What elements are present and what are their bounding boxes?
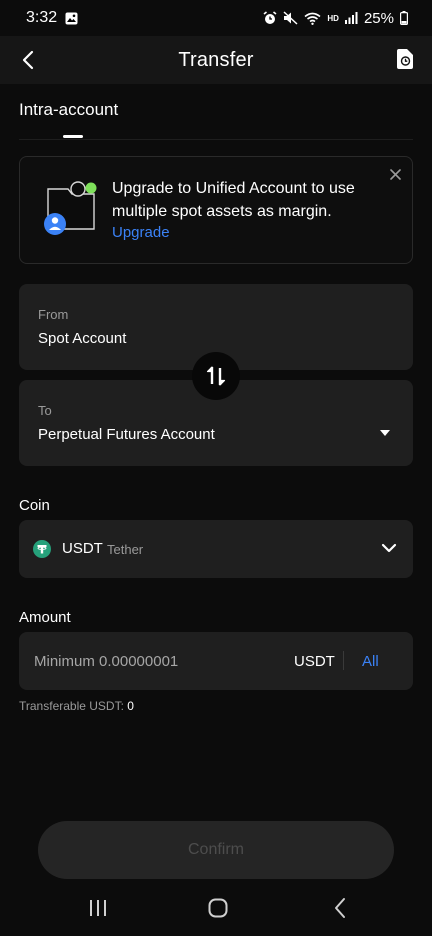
- coin-symbol: USDT: [62, 540, 103, 557]
- home-button[interactable]: [206, 896, 230, 920]
- to-account-value: Perpetual Futures Account: [38, 426, 215, 443]
- signal-icon: [344, 12, 358, 24]
- close-icon: [389, 168, 401, 180]
- transferable-label: Transferable USDT:: [19, 699, 124, 713]
- system-nav-bar: [0, 884, 432, 936]
- caret-down-icon: [380, 430, 390, 436]
- app-header: Transfer: [0, 36, 432, 84]
- status-left: 3:32: [26, 9, 78, 27]
- amount-field-container: USDT All: [19, 632, 413, 690]
- page-title: Transfer: [178, 48, 254, 71]
- banner-message: Upgrade to Unified Account to use multip…: [112, 180, 355, 220]
- amount-unit: USDT: [294, 653, 335, 670]
- from-account-value: Spot Account: [38, 330, 127, 347]
- back-arrow-icon: [22, 50, 34, 70]
- wifi-icon: [304, 12, 321, 25]
- network-badge: HD: [327, 13, 339, 23]
- from-caption: From: [38, 307, 69, 322]
- banner-close-button[interactable]: [386, 165, 404, 183]
- amount-input[interactable]: [34, 646, 284, 676]
- status-bar: 3:32 HD 25%: [0, 0, 432, 36]
- all-button[interactable]: All: [362, 653, 379, 670]
- history-icon: [397, 49, 413, 69]
- recent-apps-icon: [90, 900, 106, 916]
- chevron-down-icon: [381, 543, 397, 553]
- tab-bar: Intra-account: [19, 100, 413, 140]
- upgrade-link[interactable]: Upgrade: [112, 224, 170, 241]
- home-icon: [208, 898, 228, 918]
- transfer-screen: 3:32 HD 25% Transfer Intra-account Upgra…: [0, 0, 432, 936]
- amount-divider: [343, 651, 344, 670]
- upgrade-banner: Upgrade to Unified Account to use multip…: [19, 156, 413, 264]
- swap-accounts-button[interactable]: [192, 352, 240, 400]
- status-time: 3:32: [26, 9, 58, 26]
- tab-active-indicator: [63, 135, 83, 138]
- coin-label: Coin: [19, 497, 50, 514]
- account-illustration-icon: [42, 179, 98, 237]
- tether-icon: [33, 540, 51, 558]
- battery-icon: [400, 11, 408, 25]
- coin-name: Tether: [107, 542, 144, 557]
- nav-back-button[interactable]: [330, 896, 350, 920]
- to-caption: To: [38, 403, 52, 418]
- transferable-balance: Transferable USDT: 0: [19, 699, 134, 713]
- confirm-button[interactable]: Confirm: [38, 821, 394, 879]
- recent-apps-button[interactable]: [87, 896, 109, 920]
- amount-label: Amount: [19, 609, 71, 626]
- swap-icon: [206, 366, 226, 386]
- image-icon: [65, 12, 78, 25]
- mute-icon: [283, 11, 298, 25]
- alarm-icon: [263, 11, 277, 25]
- status-right: HD 25%: [263, 10, 408, 27]
- transferable-value: 0: [127, 699, 134, 713]
- tab-intra-account[interactable]: Intra-account: [19, 100, 413, 120]
- nav-back-icon: [335, 898, 345, 918]
- history-button[interactable]: [396, 48, 414, 70]
- battery-percent: 25%: [363, 9, 394, 27]
- coin-selector[interactable]: USDT Tether: [19, 520, 413, 578]
- back-button[interactable]: [14, 44, 42, 76]
